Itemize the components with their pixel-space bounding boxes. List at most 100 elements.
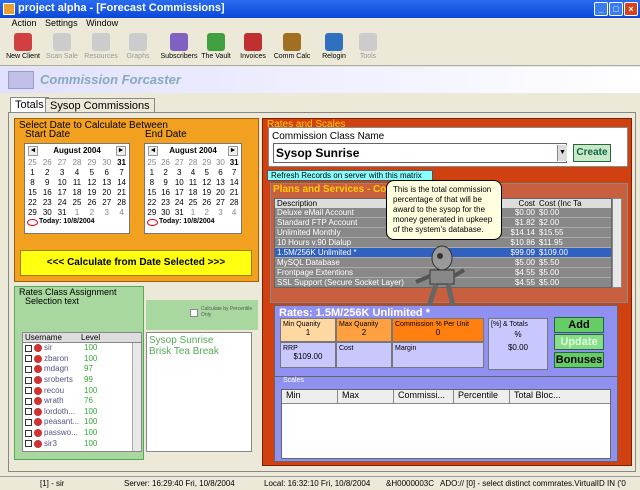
calendar-day[interactable]: 30 xyxy=(214,158,228,168)
toolbar-resources-button[interactable]: Resources xyxy=(82,32,120,64)
min-quantity-cell[interactable]: Min Quanity 1 xyxy=(280,318,336,342)
calendar-day[interactable]: 2 xyxy=(159,168,173,178)
calendar-day[interactable]: 29 xyxy=(25,208,40,218)
calendar-day[interactable]: 31 xyxy=(55,208,70,218)
col-percentile[interactable]: Percentile xyxy=(454,390,510,403)
commission-cell[interactable]: Commission % Per Unit 0 xyxy=(392,318,484,342)
user-row[interactable]: mdagn 97 xyxy=(23,364,141,375)
calendar-day[interactable]: 25 xyxy=(70,198,85,208)
prev-month-button[interactable]: ◄ xyxy=(148,146,158,156)
toolbar-invoices-button[interactable]: Invoices xyxy=(236,32,270,64)
calendar-day[interactable]: 3 xyxy=(55,168,70,178)
calendar-day[interactable]: 8 xyxy=(25,178,40,188)
calendar-day[interactable]: 12 xyxy=(200,178,214,188)
calendar-day[interactable]: 17 xyxy=(55,188,70,198)
calendar-day[interactable]: 18 xyxy=(70,188,85,198)
calendar-day[interactable]: 27 xyxy=(214,198,228,208)
calendar-day[interactable]: 26 xyxy=(159,158,173,168)
col-level[interactable]: Level xyxy=(81,333,131,342)
calendar-day[interactable]: 24 xyxy=(172,198,186,208)
calendar-day[interactable]: 28 xyxy=(114,198,129,208)
calendar-day[interactable]: 18 xyxy=(186,188,200,198)
user-checkbox[interactable] xyxy=(25,397,32,405)
toolbar-tools-button[interactable]: Tools xyxy=(354,32,382,64)
calendar-day[interactable]: 31 xyxy=(114,158,129,168)
scales-table[interactable]: Min Max Commissi... Percentile Total Blo… xyxy=(281,389,611,459)
maximize-button[interactable]: □ xyxy=(609,2,623,16)
toolbar-graphs-button[interactable]: Graphs xyxy=(122,32,154,64)
class-item[interactable]: Sysop Sunrise xyxy=(149,335,249,346)
user-row[interactable]: sir 100 xyxy=(23,343,141,354)
calendar-day[interactable]: 30 xyxy=(40,208,55,218)
add-button[interactable]: Add xyxy=(554,317,604,333)
chevron-down-icon[interactable]: ▼ xyxy=(557,145,567,161)
col-commission[interactable]: Commissi... xyxy=(394,390,454,403)
percentile-checkbox[interactable] xyxy=(190,309,198,317)
calendar-day[interactable]: 28 xyxy=(186,158,200,168)
end-date-calendar[interactable]: ◄ August 2004 ► 25 26 27 28 29 30 31 1 2 3 4 5 6 7 8 9 10 11… xyxy=(144,143,242,234)
calendar-day[interactable]: 22 xyxy=(145,198,159,208)
calendar-day[interactable]: 30 xyxy=(99,158,114,168)
calendar-day[interactable]: 2 xyxy=(200,208,214,218)
close-button[interactable]: × xyxy=(624,2,638,16)
calendar-day[interactable]: 28 xyxy=(70,158,85,168)
class-list[interactable]: Sysop Sunrise Brisk Tea Break xyxy=(146,332,252,452)
calendar-day[interactable]: 13 xyxy=(99,178,114,188)
user-level-list[interactable]: Username Level sir 100 zbaron 100 mdagn 97 sro… xyxy=(22,332,142,452)
calendar-day[interactable]: 3 xyxy=(172,168,186,178)
calendar-day[interactable]: 10 xyxy=(172,178,186,188)
calendar-day[interactable]: 2 xyxy=(84,208,99,218)
today-label[interactable]: Today: 10/8/2004 xyxy=(145,218,241,226)
next-month-button[interactable]: ► xyxy=(116,146,126,156)
user-checkbox[interactable] xyxy=(25,418,32,426)
calendar-day[interactable]: 15 xyxy=(25,188,40,198)
user-checkbox[interactable] xyxy=(25,344,32,352)
class-item[interactable]: Brisk Tea Break xyxy=(149,346,249,357)
calendar-day[interactable]: 20 xyxy=(214,188,228,198)
calendar-day[interactable]: 31 xyxy=(227,158,241,168)
calendar-day[interactable]: 12 xyxy=(84,178,99,188)
calendar-day[interactable]: 8 xyxy=(145,178,159,188)
calendar-day[interactable]: 13 xyxy=(214,178,228,188)
calendar-day[interactable]: 7 xyxy=(227,168,241,178)
user-row[interactable]: passwo... 100 xyxy=(23,428,141,439)
calendar-day[interactable]: 20 xyxy=(99,188,114,198)
calendar-day[interactable]: 10 xyxy=(55,178,70,188)
calendar-day[interactable]: 1 xyxy=(145,168,159,178)
calendar-day[interactable]: 14 xyxy=(227,178,241,188)
plans-scrollbar[interactable] xyxy=(612,198,622,288)
user-row[interactable]: sir3 100 xyxy=(23,438,141,449)
user-row[interactable]: sroberts 99 xyxy=(23,375,141,386)
calendar-day[interactable]: 27 xyxy=(55,158,70,168)
calendar-day[interactable]: 4 xyxy=(186,168,200,178)
calendar-day[interactable]: 1 xyxy=(25,168,40,178)
user-row[interactable]: recou 100 xyxy=(23,385,141,396)
calendar-day[interactable]: 11 xyxy=(70,178,85,188)
calendar-day[interactable]: 1 xyxy=(186,208,200,218)
col-max[interactable]: Max xyxy=(338,390,394,403)
col-total-blocks[interactable]: Total Bloc... xyxy=(510,390,570,403)
user-row[interactable]: lordoth... 100 xyxy=(23,407,141,418)
toolbar-new-client-button[interactable]: New Client xyxy=(4,32,42,64)
col-cost-inc-tax[interactable]: Cost (Inc Ta xyxy=(537,199,611,208)
calendar-day[interactable]: 14 xyxy=(114,178,129,188)
calendar-day[interactable]: 27 xyxy=(99,198,114,208)
start-date-calendar[interactable]: ◄ August 2004 ► 25 26 27 28 29 30 31 1 2 3 4 5 6 7 8 9 10 11… xyxy=(24,143,130,234)
calendar-day[interactable]: 4 xyxy=(70,168,85,178)
user-checkbox[interactable] xyxy=(25,387,32,395)
calendar-day[interactable]: 26 xyxy=(40,158,55,168)
prev-month-button[interactable]: ◄ xyxy=(28,146,38,156)
list-scrollbar[interactable] xyxy=(132,343,141,451)
calendar-day[interactable]: 21 xyxy=(227,188,241,198)
calendar-day[interactable]: 26 xyxy=(84,198,99,208)
next-month-button[interactable]: ► xyxy=(228,146,238,156)
calendar-day[interactable]: 6 xyxy=(99,168,114,178)
user-row[interactable]: zbaron 100 xyxy=(23,354,141,365)
calendar-day[interactable]: 5 xyxy=(200,168,214,178)
calendar-day[interactable]: 22 xyxy=(25,198,40,208)
calendar-day[interactable]: 5 xyxy=(84,168,99,178)
toolbar-relogin-button[interactable]: Relogin xyxy=(316,32,352,64)
calendar-day[interactable]: 7 xyxy=(114,168,129,178)
calendar-day[interactable]: 3 xyxy=(99,208,114,218)
calendar-day[interactable]: 25 xyxy=(186,198,200,208)
